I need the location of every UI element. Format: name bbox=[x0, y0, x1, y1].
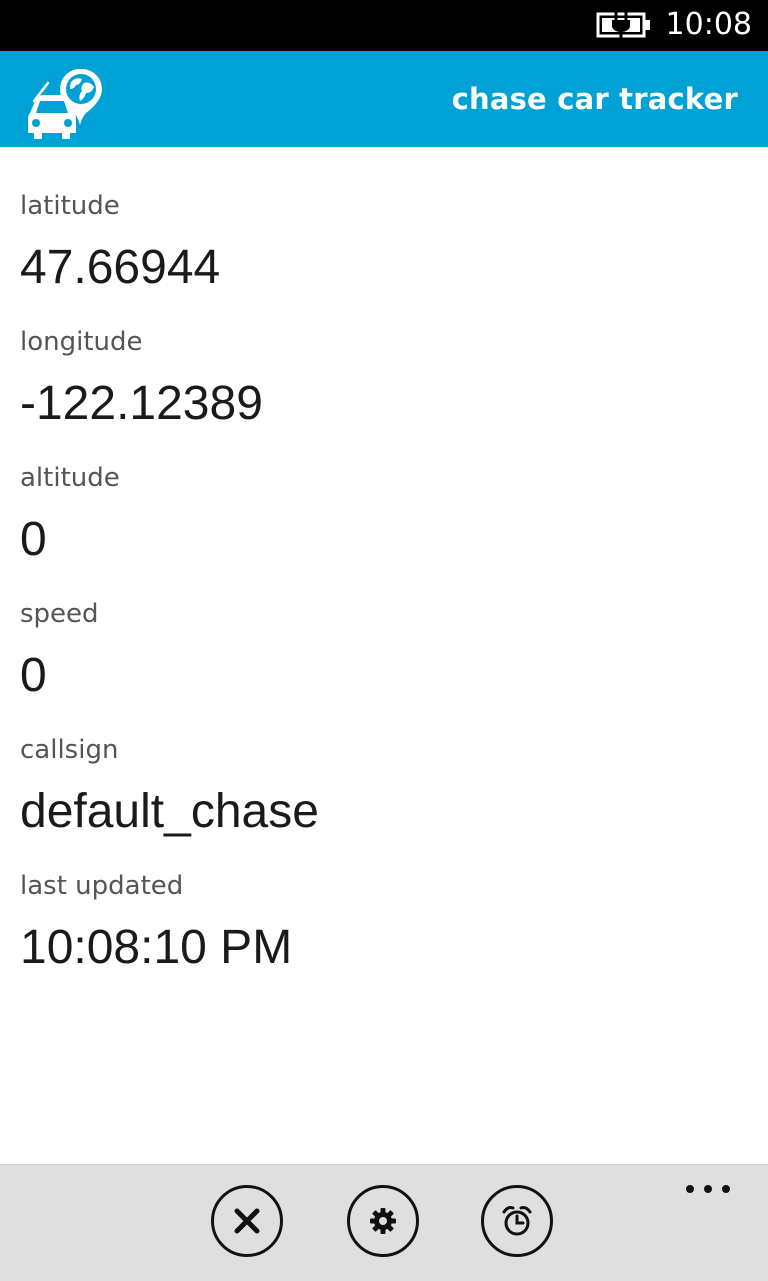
latitude-field: latitude 47.66944 bbox=[20, 182, 748, 318]
altitude-field: altitude 0 bbox=[20, 454, 748, 590]
car-globe-pin-logo-icon bbox=[28, 68, 102, 139]
speed-value: 0 bbox=[20, 649, 47, 702]
longitude-label: longitude bbox=[20, 327, 143, 357]
stop-button[interactable] bbox=[211, 1185, 283, 1257]
longitude-field: longitude -122.12389 bbox=[20, 318, 748, 454]
longitude-value: -122.12389 bbox=[20, 377, 263, 430]
last-updated-value: 10:08:10 PM bbox=[20, 921, 293, 974]
last-updated-label: last updated bbox=[20, 871, 184, 901]
ellipsis-icon[interactable] bbox=[686, 1179, 730, 1199]
alarm-clock-icon bbox=[502, 1206, 532, 1236]
alarm-button[interactable] bbox=[481, 1185, 553, 1257]
status-clock: 10:08 bbox=[665, 7, 752, 42]
last-updated-field: last updated 10:08:10 PM bbox=[20, 862, 748, 998]
latitude-label: latitude bbox=[20, 191, 120, 221]
app-header: chase car tracker bbox=[0, 51, 768, 147]
callsign-value: default_chase bbox=[20, 785, 319, 838]
more-dot bbox=[686, 1185, 694, 1193]
battery-charging-icon bbox=[596, 12, 650, 38]
location-details: latitude 47.66944 longitude -122.12389 a… bbox=[20, 182, 748, 998]
latitude-value: 47.66944 bbox=[20, 241, 221, 294]
app-bar bbox=[0, 1164, 768, 1281]
gear-icon bbox=[370, 1208, 396, 1234]
speed-field: speed 0 bbox=[20, 590, 748, 726]
status-bar: 10:08 bbox=[0, 0, 768, 51]
callsign-label: callsign bbox=[20, 735, 119, 765]
callsign-field: callsign default_chase bbox=[20, 726, 748, 862]
altitude-value: 0 bbox=[20, 513, 47, 566]
speed-label: speed bbox=[20, 599, 99, 629]
page-title: chase car tracker bbox=[451, 82, 738, 116]
more-dot bbox=[722, 1185, 730, 1193]
more-dot bbox=[704, 1185, 712, 1193]
settings-button[interactable] bbox=[347, 1185, 419, 1257]
close-icon bbox=[234, 1208, 260, 1234]
altitude-label: altitude bbox=[20, 463, 120, 493]
